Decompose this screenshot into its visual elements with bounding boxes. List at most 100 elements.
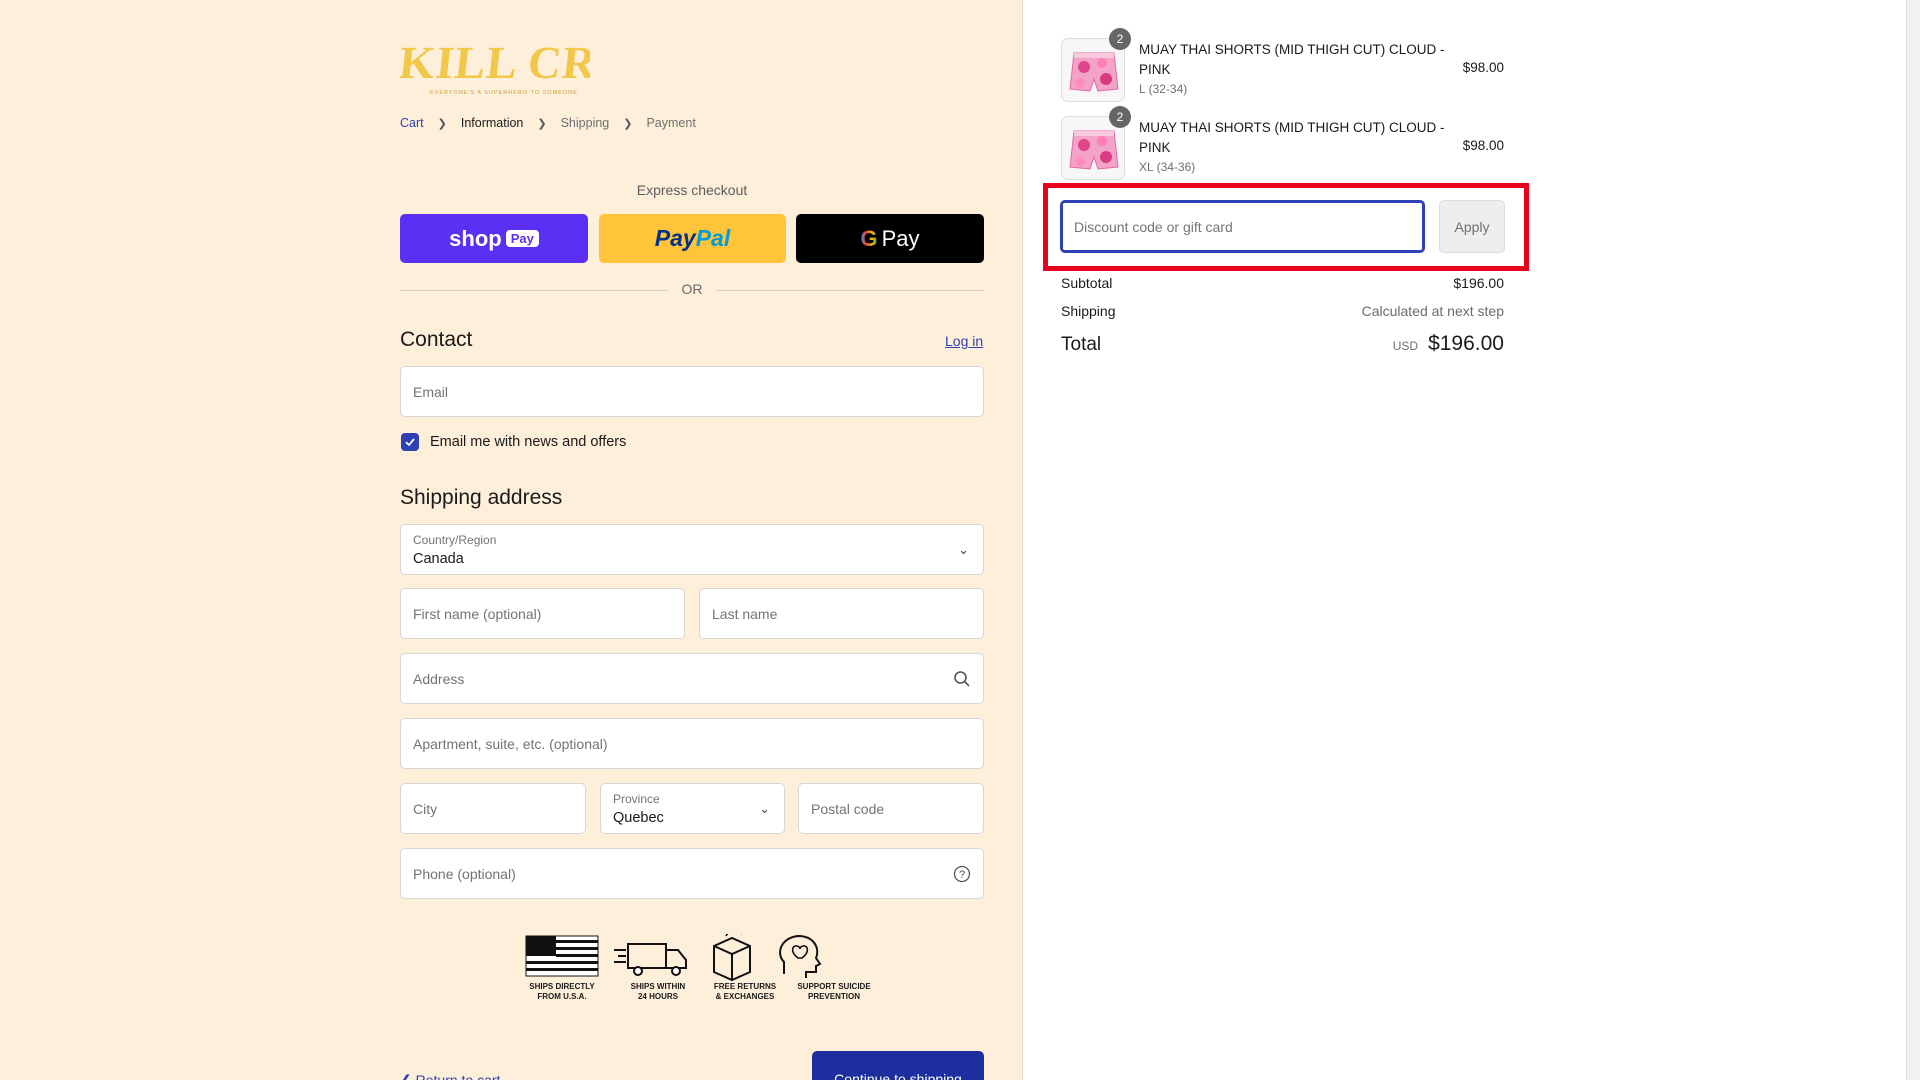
city-field[interactable]: City	[400, 783, 586, 834]
scrollbar[interactable]	[1906, 0, 1920, 1080]
apartment-field[interactable]: Apartment, suite, etc. (optional)	[400, 718, 984, 769]
city-placeholder: City	[413, 801, 438, 817]
or-text: OR	[668, 281, 716, 297]
continue-to-shipping-button[interactable]: Continue to shipping	[812, 1051, 984, 1080]
province-select[interactable]: Province Quebec ⌄	[600, 783, 785, 834]
badge-text-line2: PREVENTION	[807, 992, 860, 1001]
badge-text-line1: FREE RETURNS	[713, 982, 777, 991]
search-icon	[954, 671, 970, 687]
quantity-badge: 2	[1109, 106, 1131, 128]
newsletter-checkbox[interactable]	[401, 433, 419, 451]
return-to-cart-label: Return to cart	[415, 1072, 501, 1080]
currency-code: USD	[1392, 339, 1419, 353]
shipping-label: Shipping	[1061, 303, 1116, 319]
product-price: $98.00	[1462, 60, 1504, 75]
order-item: 2 MUAY THAI SHORTS (MID THIGH CUT) CLOUD…	[1061, 28, 1504, 102]
chevron-right-icon: ❯	[623, 117, 633, 130]
total-row: Total USD $196.00	[1061, 332, 1504, 356]
us-flag-icon	[525, 935, 599, 977]
total-label: Total	[1061, 334, 1102, 355]
badge-text-line2: & EXCHANGES	[715, 992, 775, 1001]
subtotal-label: Subtotal	[1061, 275, 1113, 291]
apartment-placeholder: Apartment, suite, etc. (optional)	[413, 736, 608, 752]
svg-text:?: ?	[959, 869, 965, 881]
total-value: $196.00	[1428, 332, 1504, 355]
product-price: $98.00	[1462, 138, 1504, 153]
country-select[interactable]: Country/Region Canada ⌄	[400, 524, 984, 575]
chevron-down-icon: ⌄	[759, 801, 770, 816]
paypal-word-2: Pal	[695, 225, 731, 251]
subtotal-value: $196.00	[1453, 275, 1504, 291]
product-name: MUAY THAI SHORTS (MID THIGH CUT) CLOUD -…	[1139, 120, 1445, 155]
apply-discount-button[interactable]: Apply	[1439, 200, 1505, 253]
country-value: Canada	[413, 551, 464, 567]
postal-code-placeholder: Postal code	[811, 801, 885, 817]
newsletter-label: Email me with news and offers	[430, 434, 627, 450]
address-placeholder: Address	[413, 671, 465, 687]
product-variant: XL (34-36)	[1139, 160, 1196, 174]
badge-ships-usa: SHIPS DIRECTLY FROM U.S.A.	[522, 982, 602, 1002]
phone-placeholder: Phone (optional)	[413, 866, 516, 882]
truck-icon	[614, 943, 687, 976]
badge-free-returns: FREE RETURNS & EXCHANGES	[705, 982, 785, 1002]
shop-pay-button[interactable]: shop Pay	[400, 214, 588, 263]
head-heart-icon	[779, 934, 822, 978]
product-name: MUAY THAI SHORTS (MID THIGH CUT) CLOUD -…	[1139, 42, 1445, 77]
express-checkout-title: Express checkout	[636, 182, 748, 198]
shop-pay-word: shop	[449, 225, 502, 251]
country-label: Country/Region	[413, 533, 497, 547]
shop-pay-pill: Pay	[505, 230, 539, 247]
total-amount: USD $196.00	[1393, 332, 1504, 356]
last-name-field[interactable]: Last name	[699, 588, 984, 639]
last-name-placeholder: Last name	[712, 606, 778, 622]
google-g-icon: G	[860, 225, 878, 251]
address-field[interactable]: Address	[400, 653, 984, 704]
badge-text-line1: SHIPS WITHIN	[630, 982, 686, 991]
google-pay-button[interactable]: G Pay	[796, 214, 984, 263]
paypal-button[interactable]: Pay Pal	[599, 214, 786, 263]
log-in-link[interactable]: Log in	[945, 333, 983, 349]
province-value: Quebec	[613, 810, 664, 826]
shipping-address-heading: Shipping address	[400, 486, 563, 509]
chevron-right-icon: ❯	[537, 117, 547, 130]
google-pay-word: Pay	[881, 225, 920, 251]
box-return-icon	[713, 934, 751, 982]
badge-text-line2: FROM U.S.A.	[537, 992, 587, 1001]
paypal-word-1: Pay	[654, 225, 696, 251]
phone-field[interactable]: Phone (optional) ?	[400, 848, 984, 899]
breadcrumb-payment: Payment	[646, 116, 696, 130]
email-placeholder: Email	[413, 384, 449, 400]
quantity-badge: 2	[1109, 28, 1131, 50]
help-icon[interactable]: ?	[953, 865, 971, 883]
email-field[interactable]: Email	[400, 366, 984, 417]
breadcrumb: Cart ❯ Information ❯ Shipping ❯ Payment	[400, 116, 696, 130]
shipping-row: Shipping Calculated at next step	[1061, 303, 1504, 319]
kill-crew-logo[interactable]: KILL CREW EVERYONE'S A SUPERHERO TO SOME…	[400, 36, 590, 98]
breadcrumb-cart[interactable]: Cart	[400, 116, 424, 130]
badge-text-line1: SHIPS DIRECTLY	[529, 982, 595, 991]
contact-heading: Contact	[400, 328, 473, 351]
chevron-down-icon: ⌄	[958, 542, 969, 557]
breadcrumb-information: Information	[460, 116, 524, 130]
first-name-field[interactable]: First name (optional)	[400, 588, 685, 639]
shipping-value: Calculated at next step	[1361, 303, 1504, 319]
discount-code-field[interactable]	[1060, 200, 1425, 253]
badge-text-line1: SUPPORT SUICIDE	[797, 982, 871, 991]
order-item: 2 MUAY THAI SHORTS (MID THIGH CUT) CLOUD…	[1061, 106, 1504, 180]
product-variant: L (32-34)	[1139, 82, 1188, 96]
breadcrumb-shipping: Shipping	[560, 116, 610, 130]
badge-suicide-prevention: SUPPORT SUICIDE PREVENTION	[786, 982, 882, 1002]
badge-text-line2: 24 HOURS	[637, 992, 678, 1001]
province-label: Province	[613, 792, 660, 806]
chevron-right-icon: ❯	[437, 117, 447, 130]
svg-text:KILL CREW: KILL CREW	[400, 37, 590, 88]
return-to-cart-link[interactable]: ❮ Return to cart	[400, 1072, 500, 1080]
svg-text:EVERYONE'S A SUPERHERO TO SOME: EVERYONE'S A SUPERHERO TO SOMEONE	[430, 90, 578, 96]
continue-label: Continue to shipping	[834, 1071, 962, 1080]
discount-code-input[interactable]	[1062, 202, 1423, 251]
postal-code-field[interactable]: Postal code	[798, 783, 984, 834]
subtotal-row: Subtotal $196.00	[1061, 275, 1504, 291]
checkmark-icon	[405, 438, 415, 447]
first-name-placeholder: First name (optional)	[413, 606, 542, 622]
badge-ships-24h: SHIPS WITHIN 24 HOURS	[618, 982, 698, 1002]
